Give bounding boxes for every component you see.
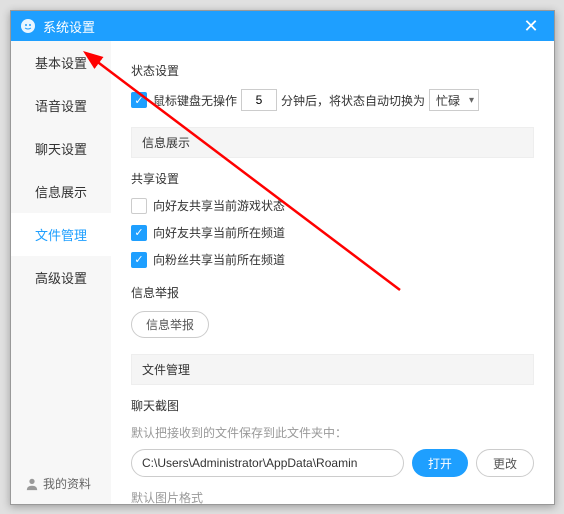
sidebar-item-chat[interactable]: 聊天设置 [11, 127, 111, 170]
share-fans-channel-checkbox[interactable]: ✓ [131, 252, 147, 268]
my-profile-label: 我的资料 [43, 475, 91, 492]
sidebar-item-file[interactable]: 文件管理 [11, 213, 111, 256]
sidebar-item-voice[interactable]: 语音设置 [11, 84, 111, 127]
path-input[interactable]: C:\Users\Administrator\AppData\Roamin [131, 449, 404, 477]
app-icon [19, 17, 37, 35]
settings-window: 系统设置 ✕ 基本设置 语音设置 聊天设置 信息展示 文件管理 高级设置 我的资… [10, 10, 555, 505]
share-fans-channel-label: 向粉丝共享当前所在频道 [153, 251, 285, 268]
open-button[interactable]: 打开 [412, 449, 468, 477]
share-friend-channel-checkbox[interactable]: ✓ [131, 225, 147, 241]
idle-row: ✓ 鼠标键盘无操作 分钟后，将状态自动切换为 忙碌 [131, 89, 534, 111]
idle-mid: 分钟后，将状态自动切换为 [281, 92, 425, 109]
idle-prefix: 鼠标键盘无操作 [153, 92, 237, 109]
change-button[interactable]: 更改 [476, 449, 534, 477]
idle-minutes-input[interactable] [241, 89, 277, 111]
share-section-title: 共享设置 [131, 170, 534, 187]
idle-checkbox[interactable]: ✓ [131, 92, 147, 108]
report-button[interactable]: 信息举报 [131, 311, 209, 338]
content: 基本设置 语音设置 聊天设置 信息展示 文件管理 高级设置 我的资料 状态设置 … [11, 41, 554, 504]
close-button[interactable]: ✕ [516, 11, 546, 41]
titlebar: 系统设置 ✕ [11, 11, 554, 41]
share-game-label: 向好友共享当前游戏状态 [153, 197, 285, 214]
imgfmt-title: 默认图片格式 [131, 489, 534, 504]
titlebar-title: 系统设置 [43, 17, 516, 36]
status-section-title: 状态设置 [131, 62, 534, 79]
main-panel: 状态设置 ✓ 鼠标键盘无操作 分钟后，将状态自动切换为 忙碌 信息展示 共享设置… [111, 41, 554, 504]
path-row: C:\Users\Administrator\AppData\Roamin 打开… [131, 449, 534, 477]
sidebar-item-basic[interactable]: 基本设置 [11, 41, 111, 84]
screenshot-hint: 默认把接收到的文件保存到此文件夹中： [131, 424, 534, 441]
idle-status-select[interactable]: 忙碌 [429, 89, 479, 111]
share-game-checkbox[interactable] [131, 198, 147, 214]
report-section-title: 信息举报 [131, 284, 534, 301]
info-display-header: 信息展示 [131, 127, 534, 158]
sidebar-item-info[interactable]: 信息展示 [11, 170, 111, 213]
my-profile-link[interactable]: 我的资料 [11, 463, 111, 504]
user-icon [25, 477, 39, 491]
sidebar-item-advanced[interactable]: 高级设置 [11, 256, 111, 299]
sidebar: 基本设置 语音设置 聊天设置 信息展示 文件管理 高级设置 我的资料 [11, 41, 111, 504]
filemgr-header: 文件管理 [131, 354, 534, 385]
screenshot-section-title: 聊天截图 [131, 397, 534, 414]
share-friend-channel-label: 向好友共享当前所在频道 [153, 224, 285, 241]
